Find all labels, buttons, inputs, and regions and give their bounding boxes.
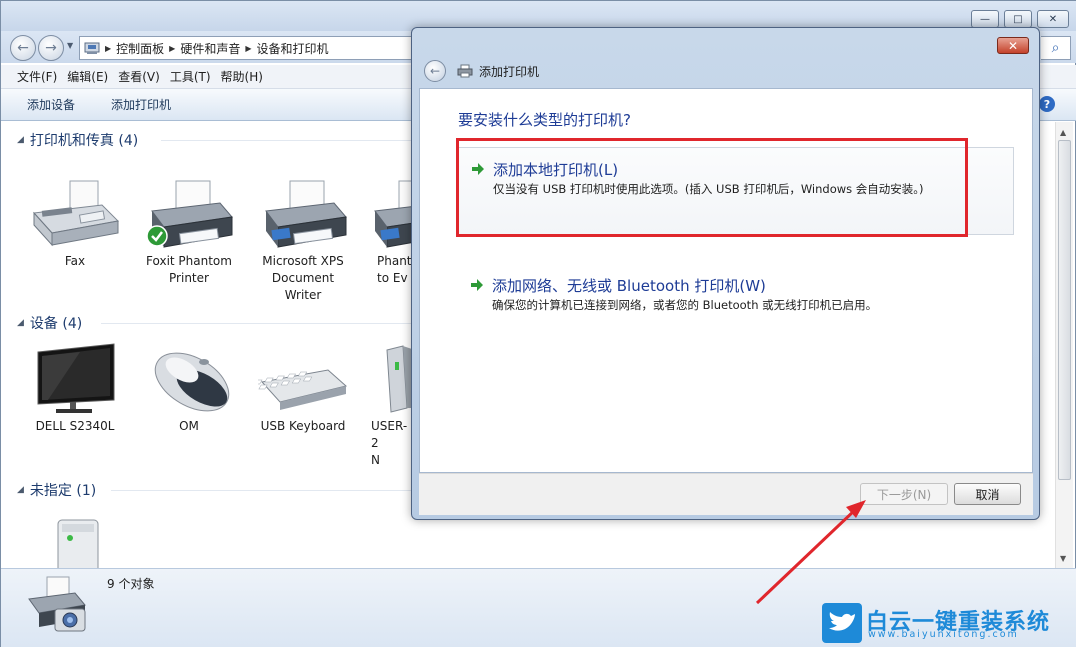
fax-icon <box>30 177 120 249</box>
scroll-thumb[interactable] <box>1058 140 1071 480</box>
device-tile-dell-monitor[interactable]: DELL S2340L <box>25 342 125 435</box>
group-header-devices[interactable]: ◢ 设备 (4) <box>17 313 82 333</box>
computer-tower-icon <box>30 514 120 568</box>
printer-icon <box>367 177 413 249</box>
arrow-left-icon: ← <box>17 40 29 56</box>
group-title: 设备 (4) <box>29 316 83 332</box>
scroll-down-icon[interactable]: ▼ <box>1060 554 1066 563</box>
dialog-question: 要安装什么类型的打印机? <box>458 111 631 129</box>
divider <box>111 490 421 491</box>
device-tile-foxit-phantom-printer[interactable]: Foxit Phantom Printer <box>139 177 239 287</box>
dialog-back-button[interactable]: ← <box>424 60 446 82</box>
breadcrumb-hardware-sound[interactable]: 硬件和声音 <box>180 40 240 57</box>
search-icon: ⌕ <box>1051 40 1060 56</box>
option-title: 添加网络、无线或 Bluetooth 打印机(W) <box>492 277 766 295</box>
printer-icon <box>457 64 473 78</box>
menu-tools[interactable]: 工具(T) <box>170 68 211 85</box>
collapse-triangle-icon: ◢ <box>17 135 24 145</box>
address-bar[interactable]: ▶ 控制面板 ▶ 硬件和声音 ▶ 设备和打印机 <box>79 36 414 60</box>
minimize-button[interactable]: — <box>971 10 999 28</box>
keyboard-icon <box>253 342 348 414</box>
option-description: 确保您的计算机已连接到网络，或者您的 Bluetooth 或无线打印机已启用。 <box>492 298 878 312</box>
printer-camera-icon <box>28 576 86 632</box>
divider <box>101 323 421 324</box>
group-title: 打印机和传真 (4) <box>29 133 139 149</box>
bird-logo-icon <box>822 603 862 643</box>
close-icon: ✕ <box>1007 38 1019 53</box>
printer-icon <box>258 177 348 249</box>
divider <box>161 140 421 141</box>
vertical-scrollbar[interactable]: ▲ ▼ <box>1055 122 1073 568</box>
device-tile-unspecified[interactable] <box>25 514 125 568</box>
add-printer-button[interactable]: 添加打印机 <box>111 96 171 113</box>
watermark-url: www.baiyunxitong.com <box>868 629 1019 640</box>
breadcrumb-separator-icon: ▶ <box>245 43 252 53</box>
add-network-printer-option[interactable]: 添加网络、无线或 Bluetooth 打印机(W) 确保您的计算机已连接到网络，… <box>458 264 1014 352</box>
breadcrumb-separator-icon: ▶ <box>105 43 112 53</box>
scroll-up-icon[interactable]: ▲ <box>1060 128 1066 137</box>
device-tile-user-pc-partial[interactable]: USER-2 N <box>367 342 413 469</box>
next-button[interactable]: 下一步(N) <box>860 483 948 505</box>
breadcrumb-control-panel[interactable]: 控制面板 <box>116 40 164 57</box>
device-tile-mouse[interactable]: OM <box>139 342 239 435</box>
object-count: 9 个对象 <box>107 577 155 591</box>
green-arrow-icon <box>471 279 483 291</box>
annotation-highlight-box <box>456 138 968 237</box>
cancel-button[interactable]: 取消 <box>954 483 1021 505</box>
device-label: DELL S2340L <box>35 419 115 433</box>
recent-pages-chevron-icon[interactable]: ▼ <box>67 41 73 50</box>
printer-icon <box>144 177 234 249</box>
default-check-icon <box>146 225 168 247</box>
device-label: Fax <box>64 254 86 268</box>
device-label: OM <box>179 419 199 433</box>
forward-button[interactable]: → <box>38 35 64 61</box>
collapse-triangle-icon: ◢ <box>17 318 24 328</box>
device-label: Foxit Phantom Printer <box>146 254 232 285</box>
menu-view[interactable]: 查看(V) <box>118 68 160 85</box>
group-header-unspecified[interactable]: ◢ 未指定 (1) <box>17 480 96 500</box>
search-button[interactable]: ⌕ <box>1041 36 1071 60</box>
device-tile-phantom-partial[interactable]: Phanto to Ev <box>367 177 413 287</box>
group-header-printers[interactable]: ◢ 打印机和传真 (4) <box>17 130 138 150</box>
mouse-icon <box>144 342 234 414</box>
back-button[interactable]: ← <box>10 35 36 61</box>
menu-help[interactable]: 帮助(H) <box>221 68 263 85</box>
breadcrumb-devices-printers[interactable]: 设备和打印机 <box>257 40 329 57</box>
help-icon[interactable]: ? <box>1039 96 1055 112</box>
arrow-left-icon: ← <box>429 64 441 78</box>
arrow-right-icon: → <box>45 40 57 56</box>
dialog-close-button[interactable]: ✕ <box>997 37 1029 54</box>
watermark: 白云一键重装系统 www.baiyunxitong.com <box>822 603 1072 643</box>
dialog-footer: 下一步(N) 取消 <box>419 473 1033 515</box>
monitor-icon <box>30 342 120 414</box>
menu-edit[interactable]: 编辑(E) <box>67 68 108 85</box>
device-label: USER-2 N <box>371 419 408 467</box>
dialog-title: 添加打印机 <box>479 65 540 79</box>
add-device-button[interactable]: 添加设备 <box>27 96 75 113</box>
device-tile-fax[interactable]: Fax <box>25 177 125 270</box>
device-label: Microsoft XPS Document Writer <box>262 254 344 302</box>
group-title: 未指定 (1) <box>29 483 97 499</box>
computer-tower-icon <box>367 342 413 414</box>
collapse-triangle-icon: ◢ <box>17 485 24 495</box>
breadcrumb-separator-icon: ▶ <box>169 43 176 53</box>
device-label: Phanto to Ev <box>377 254 413 285</box>
device-tile-usb-keyboard[interactable]: USB Keyboard <box>253 342 353 435</box>
device-tile-microsoft-xps-document-writer[interactable]: Microsoft XPS Document Writer <box>253 177 353 304</box>
control-panel-icon <box>84 42 100 54</box>
close-button[interactable]: ✕ <box>1037 10 1069 28</box>
maximize-button[interactable]: □ <box>1004 10 1032 28</box>
menu-file[interactable]: 文件(F) <box>17 68 57 85</box>
add-printer-dialog: ✕ ← 添加打印机 要安装什么类型的打印机? 添加本地打印机(L) 仅当没有 U… <box>411 27 1040 520</box>
device-label: USB Keyboard <box>260 419 346 433</box>
